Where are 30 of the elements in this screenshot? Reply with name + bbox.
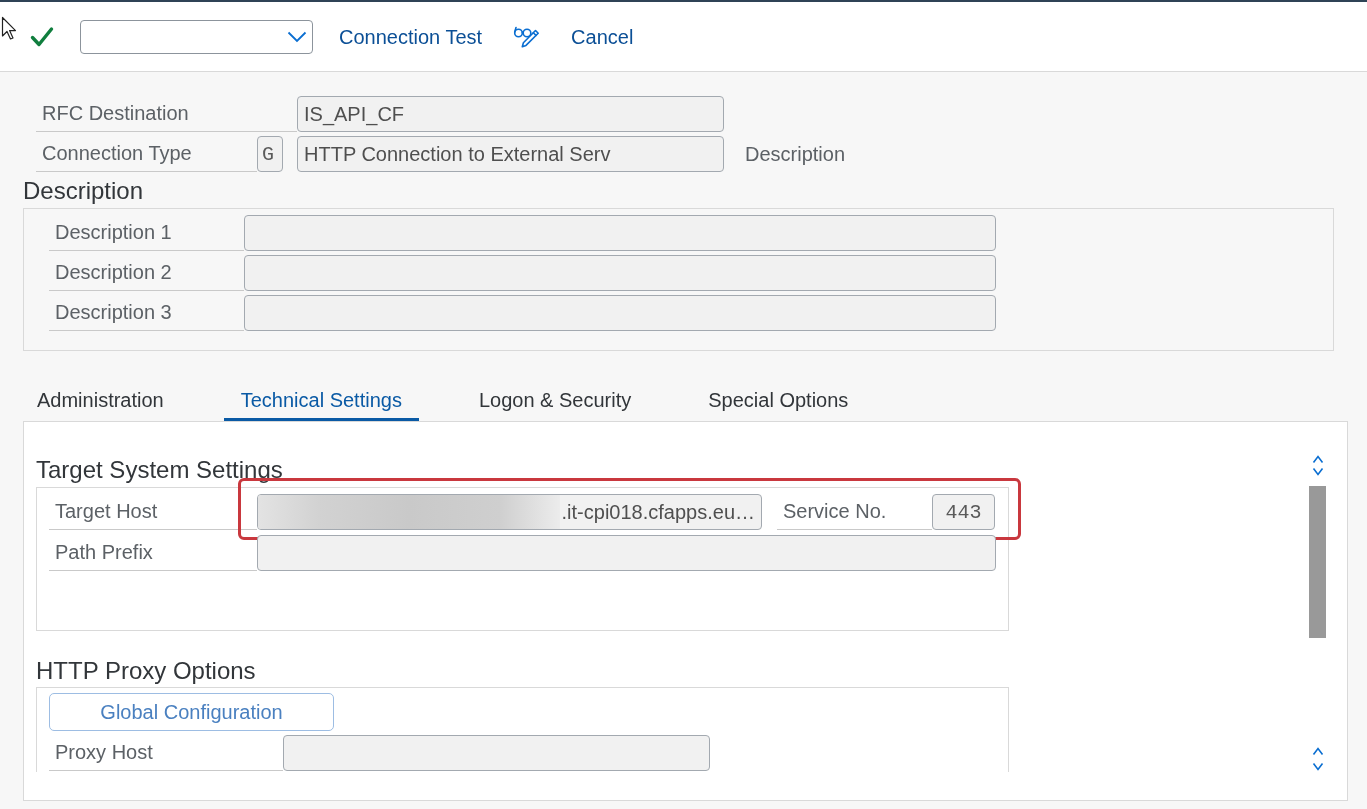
input-field[interactable]: HTTP Connection to External Serv: [297, 136, 724, 172]
chevron-up-icon[interactable]: [1311, 746, 1324, 757]
input-field[interactable]: [257, 535, 996, 571]
input-field[interactable]: .it-cpi018.cfapps.eu…: [257, 494, 762, 530]
chevron-down-icon[interactable]: [1311, 761, 1324, 772]
dropdown-field[interactable]: [80, 19, 313, 54]
field-description: Description: [745, 142, 846, 166]
section-title: Description: [23, 178, 144, 204]
confirm-button[interactable]: [30, 25, 54, 48]
scrollbar-thumb[interactable]: [1309, 486, 1326, 638]
toolbar-button[interactable]: Connection Test: [339, 24, 483, 49]
checkmark-icon: [30, 25, 54, 48]
toolbar-button[interactable]: Cancel: [571, 24, 634, 49]
chevron-down-icon[interactable]: [287, 30, 307, 43]
tab[interactable]: Logon & Security: [461, 379, 649, 421]
input-field[interactable]: IS_API_CF: [297, 96, 724, 132]
tab[interactable]: Administration: [20, 379, 181, 421]
input-field[interactable]: [244, 215, 996, 251]
push-button[interactable]: Global Configuration: [49, 693, 334, 731]
input-field[interactable]: [244, 255, 996, 291]
input-field[interactable]: G: [257, 136, 283, 172]
section-title: Target System Settings: [36, 457, 283, 483]
input-field[interactable]: [283, 735, 710, 771]
input-field[interactable]: [244, 295, 996, 331]
chevron-up-icon[interactable]: [1311, 454, 1324, 465]
chevron-down-icon[interactable]: [1311, 466, 1324, 477]
tab[interactable]: Special Options: [691, 379, 866, 421]
input-field[interactable]: 443: [932, 494, 995, 530]
section-title: HTTP Proxy Options: [36, 658, 256, 684]
field-label: RFC Destination: [36, 96, 297, 132]
